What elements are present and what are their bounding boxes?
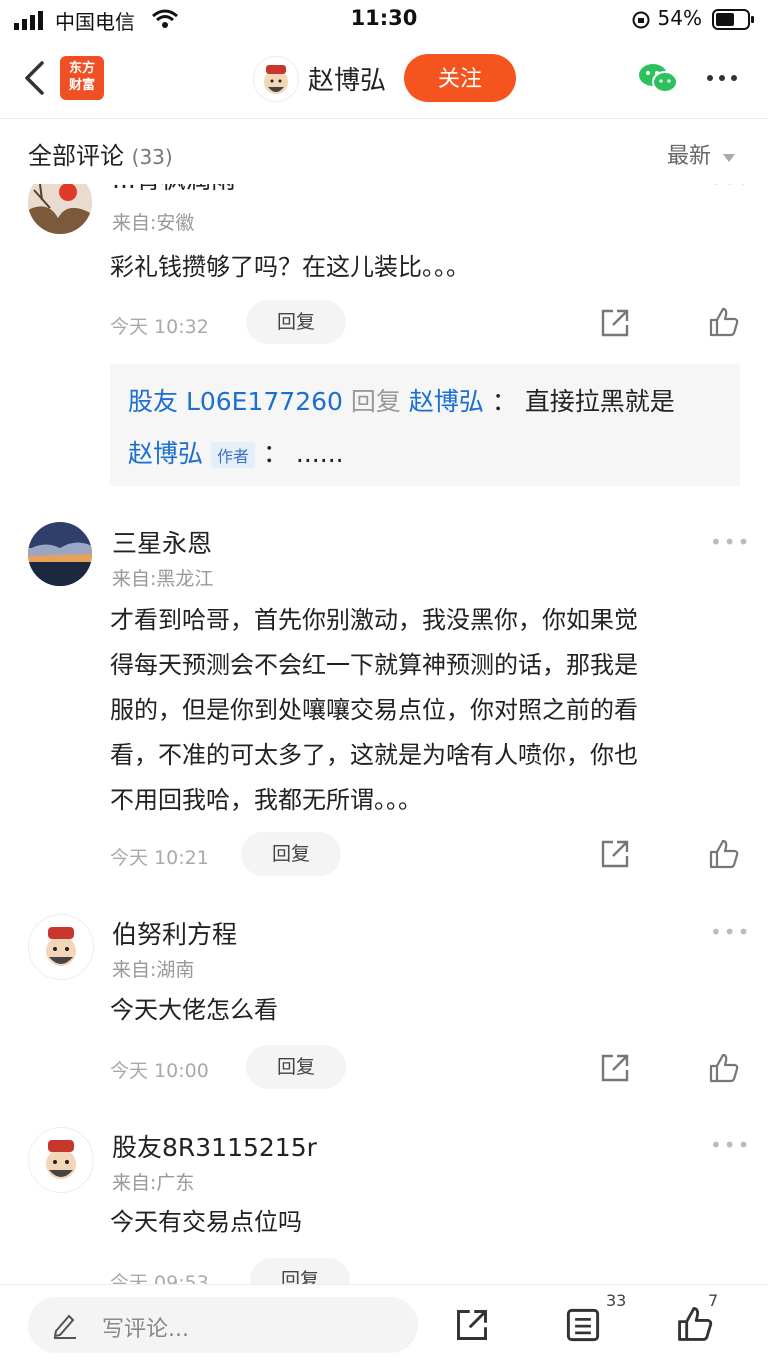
- bottom-action-bar: 写评论... 33 7: [0, 1284, 768, 1367]
- comment-text: 彩礼钱攒够了吗？在这儿装比。。。: [110, 253, 470, 281]
- comment-username[interactable]: 股友8R3115215r: [112, 1128, 317, 1164]
- comment-avatar[interactable]: [28, 1127, 94, 1193]
- comment-text: 今天大佬怎么看: [110, 996, 278, 1024]
- reply-target[interactable]: 赵博弘: [409, 387, 484, 416]
- comment-input[interactable]: 写评论...: [28, 1297, 418, 1353]
- clock: 11:30: [350, 6, 418, 30]
- author-tag: 作者: [210, 442, 255, 468]
- sort-label: 最新: [666, 144, 711, 169]
- comment-placeholder: 写评论...: [102, 1317, 189, 1342]
- avatar-image: [28, 522, 92, 586]
- comment-avatar[interactable]: [28, 914, 94, 980]
- comment-location: 来自:黑龙江: [112, 568, 214, 590]
- author-name[interactable]: 赵博弘: [308, 60, 386, 97]
- reply-line-1: 股友 L06E177260 回复 赵博弘 ： 直接拉黑就是: [128, 382, 675, 418]
- eastmoney-logo[interactable]: 东方 财富: [60, 56, 104, 100]
- share-icon[interactable]: [599, 1052, 631, 1084]
- comment-text: 才看到哈哥，首先你别激动，我没黑你，你如果觉 得每天预测会不会红一下就算神预测的…: [110, 598, 750, 823]
- comment-more-icon[interactable]: •••: [710, 530, 751, 554]
- comment-time: 今天 10:21: [110, 847, 209, 869]
- battery-percent: 54%: [657, 6, 702, 30]
- comment-time: 今天 10:00: [110, 1060, 209, 1082]
- reply-colon: ：: [491, 387, 517, 416]
- like-icon[interactable]: [708, 838, 740, 870]
- comment-more-icon[interactable]: •••: [710, 1133, 751, 1157]
- pencil-icon: [53, 1314, 76, 1339]
- reply-word: 回复: [350, 387, 401, 416]
- like-icon[interactable]: [708, 1052, 740, 1084]
- share-icon[interactable]: [454, 1307, 490, 1343]
- comment-time: 今天 10:32: [110, 316, 209, 338]
- reply-button[interactable]: 回复: [246, 1045, 346, 1089]
- comment-text-line: 才看到哈哥，首先你别激动，我没黑你，你如果觉: [110, 606, 638, 634]
- caishen-avatar-icon: [46, 1140, 76, 1179]
- comment-location: 来自:广东: [112, 1172, 195, 1194]
- top-navigation: 东方 财富 赵博弘 关注: [0, 40, 768, 119]
- comments-header: 全部评论 (33) 最新: [0, 120, 768, 184]
- author-avatar[interactable]: [253, 56, 299, 102]
- like-icon[interactable]: [708, 306, 740, 338]
- sort-dropdown[interactable]: 最新: [667, 138, 736, 170]
- reply-button[interactable]: 回复: [241, 832, 341, 876]
- share-icon[interactable]: [599, 838, 631, 870]
- reply-thread-box[interactable]: 股友 L06E177260 回复 赵博弘 ： 直接拉黑就是 赵博弘 作者 ： .…: [110, 364, 740, 486]
- caret-down-icon: [723, 154, 735, 162]
- caishen-avatar-icon: [264, 65, 288, 94]
- more-options-icon[interactable]: [706, 74, 738, 82]
- reply-line-2: 赵博弘 作者 ： ......: [128, 434, 344, 470]
- wechat-icon[interactable]: [638, 62, 678, 94]
- battery-icon: [712, 9, 754, 30]
- comment-text-line: 不用回我哈，我都无所谓。。。: [110, 786, 422, 814]
- comment-username[interactable]: 三星永恩: [112, 524, 212, 560]
- back-arrow-icon[interactable]: [22, 60, 48, 96]
- reply-user[interactable]: 股友 L06E177260: [128, 387, 343, 416]
- reply-button[interactable]: 回复: [246, 300, 346, 344]
- comments-icon[interactable]: [565, 1307, 601, 1343]
- caishen-avatar-icon: [46, 927, 76, 966]
- comment-more-icon[interactable]: •••: [710, 920, 751, 944]
- comments-title-text: 全部评论: [28, 142, 124, 170]
- reply-more[interactable]: ......: [296, 439, 344, 468]
- comments-title: 全部评论 (33): [28, 136, 173, 171]
- like-count-badge: 7: [708, 1291, 719, 1310]
- comment-text: 今天有交易点位吗: [110, 1208, 302, 1236]
- comment-text-line: 得每天预测会不会红一下就算神预测的话，那我是: [110, 651, 638, 679]
- share-icon[interactable]: [599, 307, 631, 339]
- reply-author[interactable]: 赵博弘: [128, 439, 203, 468]
- logo-text: 东方 财富: [68, 61, 95, 93]
- comment-location: 来自:安徽: [112, 212, 195, 234]
- follow-button[interactable]: 关注: [404, 54, 516, 102]
- like-icon[interactable]: [676, 1305, 714, 1343]
- reply-text: 直接拉黑就是: [524, 387, 675, 416]
- comment-text-line: 看，不准的可太多了，这就是为啥有人喷你，你也: [110, 741, 638, 769]
- rotation-lock-icon: [632, 11, 650, 29]
- comments-count: (33): [131, 145, 173, 169]
- comment-avatar[interactable]: [28, 522, 92, 586]
- reply-colon-2: ：: [262, 439, 288, 468]
- comment-text-line: 服的，但是你到处嚷嚷交易点位，你对照之前的看: [110, 696, 638, 724]
- status-bar: 中国电信 11:30 54%: [0, 0, 768, 40]
- comment-count-badge: 33: [606, 1291, 627, 1310]
- comment-location: 来自:湖南: [112, 959, 195, 981]
- comment-username[interactable]: 伯努利方程: [112, 915, 237, 951]
